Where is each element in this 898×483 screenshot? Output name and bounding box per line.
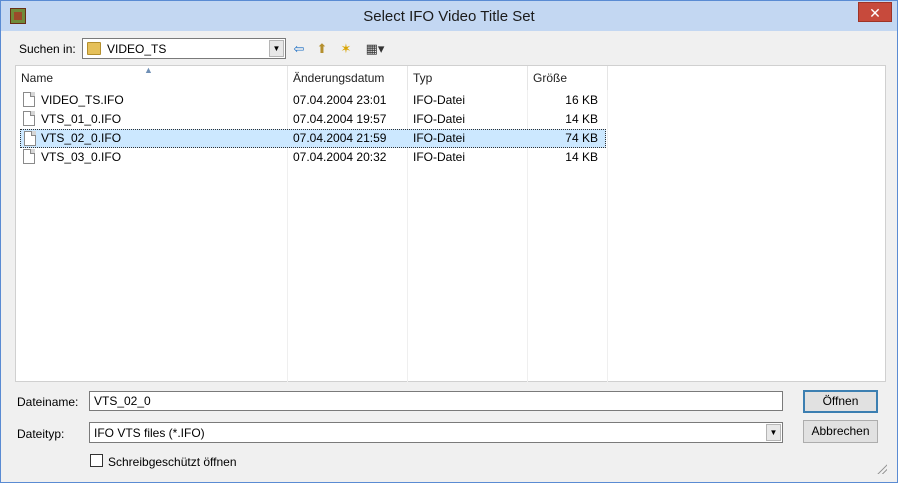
file-size: 14 KB <box>565 112 598 126</box>
filename-field[interactable] <box>89 391 783 411</box>
table-row[interactable]: VTS_01_0.IFO 07.04.2004 19:57 IFO-Datei … <box>20 110 606 129</box>
readonly-label: Schreibgeschützt öffnen <box>108 455 237 469</box>
open-button[interactable]: Öffnen <box>803 390 878 413</box>
back-icon[interactable]: ⇦ <box>288 40 310 58</box>
resize-grip-icon[interactable] <box>875 462 887 474</box>
lookin-combo[interactable]: VIDEO_TS ▼ <box>82 38 286 59</box>
file-type: IFO-Datei <box>413 93 466 107</box>
folder-icon <box>87 42 101 55</box>
table-row-selected[interactable]: VTS_02_0.IFO 07.04.2004 21:59 IFO-Datei … <box>20 129 606 148</box>
dialog-body: Suchen in: VIDEO_TS ▼ ⇦ ⬆ ✶ ▦▾ Name ▲ Än… <box>9 31 889 476</box>
file-date: 07.04.2004 19:57 <box>293 112 387 126</box>
file-name: VTS_03_0.IFO <box>41 150 122 164</box>
lookin-label: Suchen in: <box>19 42 76 56</box>
filetype-select[interactable]: IFO VTS files (*.IFO) ▼ <box>89 422 783 443</box>
readonly-checkbox[interactable] <box>90 454 103 467</box>
new-folder-icon[interactable]: ✶ <box>335 40 357 58</box>
file-type: IFO-Datei <box>413 150 466 164</box>
cancel-button[interactable]: Abbrechen <box>803 420 878 443</box>
file-date: 07.04.2004 20:32 <box>293 150 387 164</box>
file-size: 14 KB <box>565 150 598 164</box>
file-size: 74 KB <box>565 131 598 145</box>
close-icon[interactable]: ✕ <box>858 2 892 22</box>
chevron-down-icon[interactable]: ▼ <box>269 40 284 57</box>
column-header-date[interactable]: Änderungsdatum <box>288 66 408 90</box>
window-title: Select IFO Video Title Set <box>363 8 535 25</box>
chevron-down-icon[interactable]: ▼ <box>766 424 781 441</box>
file-date: 07.04.2004 21:59 <box>293 131 387 145</box>
file-name: VIDEO_TS.IFO <box>41 93 124 107</box>
file-size: 16 KB <box>565 93 598 107</box>
view-menu-icon[interactable]: ▦▾ <box>361 40 389 58</box>
file-icon <box>23 149 35 164</box>
file-icon <box>24 131 36 146</box>
table-row[interactable]: VIDEO_TS.IFO 07.04.2004 23:01 IFO-Datei … <box>20 91 606 110</box>
file-name: VTS_01_0.IFO <box>41 112 122 126</box>
file-type: IFO-Datei <box>413 131 466 145</box>
column-header-name[interactable]: Name ▲ <box>16 65 288 90</box>
column-header-size[interactable]: Größe <box>528 66 608 90</box>
file-name: VTS_02_0.IFO <box>41 131 122 145</box>
file-type: IFO-Datei <box>413 112 466 126</box>
filename-input[interactable] <box>90 392 782 410</box>
file-date: 07.04.2004 23:01 <box>293 93 387 107</box>
filetype-value: IFO VTS files (*.IFO) <box>94 426 205 440</box>
column-header-type[interactable]: Typ <box>408 66 528 90</box>
up-folder-icon[interactable]: ⬆ <box>311 40 333 58</box>
filetype-label: Dateityp: <box>17 427 65 441</box>
title-bar[interactable]: Select IFO Video Title Set ✕ <box>1 1 897 31</box>
file-list[interactable]: Name ▲ Änderungsdatum Typ Größe VIDEO_TS… <box>15 65 886 382</box>
file-icon <box>23 111 35 126</box>
table-row[interactable]: VTS_03_0.IFO 07.04.2004 20:32 IFO-Datei … <box>20 148 606 167</box>
column-header-name-label: Name <box>21 71 54 85</box>
file-open-dialog: Select IFO Video Title Set ✕ Suchen in: … <box>0 0 898 483</box>
filename-label: Dateiname: <box>17 395 79 409</box>
file-icon <box>23 92 35 107</box>
sort-ascending-icon: ▲ <box>144 65 153 75</box>
lookin-value: VIDEO_TS <box>107 42 167 56</box>
